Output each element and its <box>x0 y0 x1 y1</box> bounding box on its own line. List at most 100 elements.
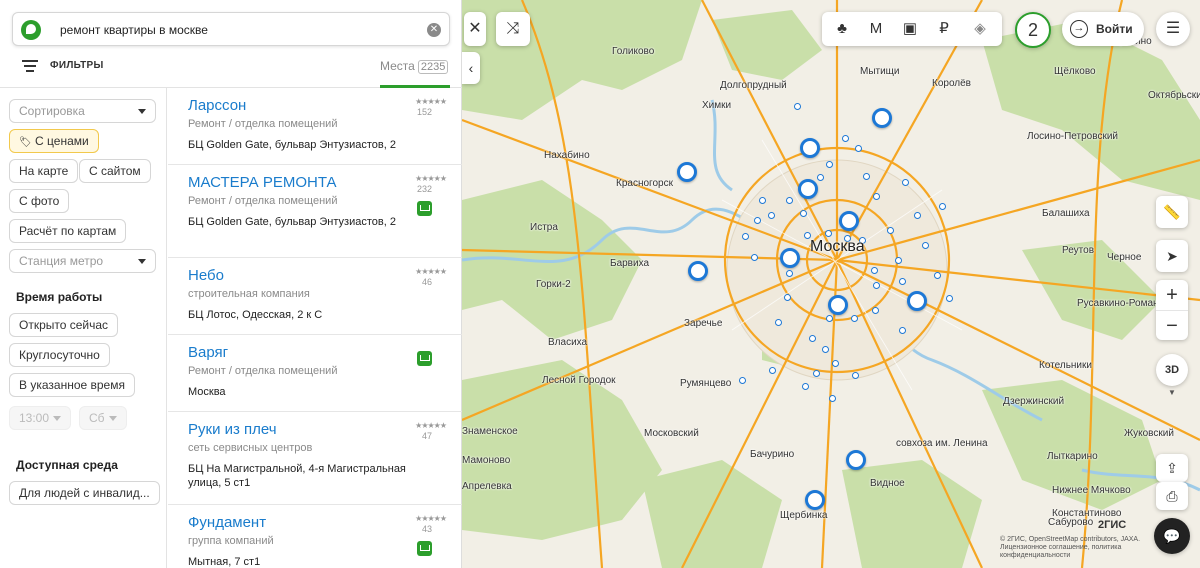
open-now-chip[interactable]: Открыто сейчас <box>9 313 119 337</box>
map-marker-dot[interactable] <box>899 278 906 285</box>
map-marker-dot[interactable] <box>922 242 929 249</box>
metro-select[interactable]: Станция метро <box>9 249 156 273</box>
map-marker-dot[interactable] <box>899 327 906 334</box>
at-time-chip[interactable]: В указанное время <box>9 373 135 397</box>
on-map-chip[interactable]: На карте <box>9 159 79 183</box>
metro-icon[interactable]: M <box>866 19 886 39</box>
map-marker-dot[interactable] <box>786 270 793 277</box>
collapse-panel-button[interactable]: ‹ <box>462 52 480 84</box>
map-marker-dot[interactable] <box>802 383 809 390</box>
sort-select[interactable]: Сортировка <box>9 99 156 123</box>
map-marker-company[interactable] <box>872 108 892 128</box>
map-marker-dot[interactable] <box>786 197 793 204</box>
map-marker-dot[interactable] <box>817 174 824 181</box>
list-item[interactable]: Руки из плеч сеть сервисных центров БЦ На … <box>168 412 462 505</box>
map-canvas[interactable] <box>462 0 1200 568</box>
map-marker-dot[interactable] <box>809 335 816 342</box>
menu-button[interactable]: ☰ <box>1156 12 1190 46</box>
map-marker-dot[interactable] <box>742 233 749 240</box>
close-icon[interactable]: ✕ <box>427 23 441 37</box>
map-marker-dot[interactable] <box>939 203 946 210</box>
map-marker-company[interactable] <box>688 261 708 281</box>
map-marker-dot[interactable] <box>852 372 859 379</box>
with-photo-chip[interactable]: С фото <box>9 189 70 213</box>
map-marker-dot[interactable] <box>769 367 776 374</box>
map-marker-dot[interactable] <box>873 193 880 200</box>
card-calc-chip[interactable]: Расчёт по картам <box>9 219 127 243</box>
print-button[interactable]: ⎙ <box>1156 482 1188 510</box>
map-marker-dot[interactable] <box>813 370 820 377</box>
result-title[interactable]: Ларссон <box>188 97 246 114</box>
copyright-text[interactable]: © 2ГИС, OpenStreetMap contributors, JAXA… <box>1000 536 1160 560</box>
map-marker-dot[interactable] <box>946 295 953 302</box>
round-clock-chip[interactable]: Круглосуточно <box>9 343 110 367</box>
map-marker-dot[interactable] <box>914 212 921 219</box>
ruler-button[interactable]: 📏 <box>1156 196 1188 228</box>
ruble-icon[interactable]: ₽ <box>934 19 954 39</box>
shop-cart-icon[interactable] <box>417 201 432 216</box>
result-title[interactable]: Небо <box>188 267 224 284</box>
with-site-chip[interactable]: С сайтом <box>79 159 151 183</box>
map-marker-dot[interactable] <box>851 315 858 322</box>
map-marker-dot[interactable] <box>826 315 833 322</box>
map-marker-dot[interactable] <box>873 282 880 289</box>
list-item[interactable]: Фундамент группа компаний Мытная, 7 ст1 ★★★… <box>168 505 462 568</box>
map-marker-dot[interactable] <box>829 395 836 402</box>
map-marker-dot[interactable] <box>826 161 833 168</box>
filters-button[interactable]: ФИЛЬТРЫ <box>50 60 104 71</box>
search-bar[interactable]: ремонт квартиры в москве ✕ <box>12 12 450 46</box>
park-icon[interactable]: ♣ <box>832 19 852 39</box>
route-button[interactable]: ⤨ <box>496 12 530 46</box>
app-logo-icon[interactable] <box>21 20 41 40</box>
list-item[interactable]: Ларссон Ремонт / отделка помещений БЦ Gold… <box>168 88 462 165</box>
map-marker-dot[interactable] <box>902 179 909 186</box>
tab-places[interactable]: Места 2235 <box>380 59 449 74</box>
geolocation-button[interactable]: ➤ <box>1156 240 1188 272</box>
map-marker-dot[interactable] <box>934 272 941 279</box>
map-marker-dot[interactable] <box>754 217 761 224</box>
map-marker-company[interactable] <box>780 248 800 268</box>
map-marker-company[interactable] <box>907 291 927 311</box>
map-marker-company[interactable] <box>846 450 866 470</box>
result-title[interactable]: МАСТЕРА РЕМОНТА <box>188 174 337 191</box>
3d-button[interactable]: 3D <box>1156 354 1188 386</box>
list-item[interactable]: Варяг Ремонт / отделка помещений Москва <box>168 335 462 412</box>
map-marker-dot[interactable] <box>872 307 879 314</box>
map-marker-dot[interactable] <box>825 230 832 237</box>
map-marker-dot[interactable] <box>863 173 870 180</box>
close-panel-button[interactable]: ✕ <box>464 12 486 46</box>
map-marker-dot[interactable] <box>768 212 775 219</box>
map-marker-dot[interactable] <box>822 346 829 353</box>
map-marker-company[interactable] <box>677 162 697 182</box>
list-item[interactable]: Небо строительная компания БЦ Лотос, Одесс… <box>168 258 462 335</box>
map-marker-company[interactable] <box>798 179 818 199</box>
map-marker-dot[interactable] <box>895 257 902 264</box>
shop-cart-icon[interactable] <box>417 541 432 556</box>
map-marker-dot[interactable] <box>784 294 791 301</box>
map-marker-dot[interactable] <box>800 210 807 217</box>
disabled-people-chip[interactable]: Для людей с инвалид... <box>9 481 160 505</box>
map-marker-dot[interactable] <box>794 103 801 110</box>
map-marker-dot[interactable] <box>842 135 849 142</box>
layers-icon[interactable]: ◈ <box>970 19 990 39</box>
bus-icon[interactable]: ▣ <box>900 19 920 39</box>
zoom-in-button[interactable]: + <box>1156 280 1188 310</box>
map-marker-dot[interactable] <box>871 267 878 274</box>
shop-cart-icon[interactable] <box>417 351 432 366</box>
compass-icon[interactable]: ▼ <box>1168 388 1176 397</box>
zoom-out-button[interactable]: − <box>1156 310 1188 340</box>
result-title[interactable]: Варяг <box>188 344 228 361</box>
map-marker-company[interactable] <box>828 295 848 315</box>
map-marker-dot[interactable] <box>887 227 894 234</box>
chat-button[interactable]: 💬 <box>1154 518 1190 554</box>
map-marker-dot[interactable] <box>855 145 862 152</box>
search-input[interactable]: ремонт квартиры в москве <box>60 23 208 37</box>
share-button[interactable]: ⇪ <box>1156 454 1188 482</box>
notifications-counter[interactable]: 2 <box>1015 12 1051 48</box>
with-prices-chip[interactable]: 🏷 С ценами <box>9 129 99 153</box>
map-marker-company[interactable] <box>805 490 825 510</box>
map-marker-company[interactable] <box>839 211 859 231</box>
result-title[interactable]: Руки из плеч <box>188 421 277 438</box>
result-title[interactable]: Фундамент <box>188 514 266 531</box>
map-marker-dot[interactable] <box>832 360 839 367</box>
